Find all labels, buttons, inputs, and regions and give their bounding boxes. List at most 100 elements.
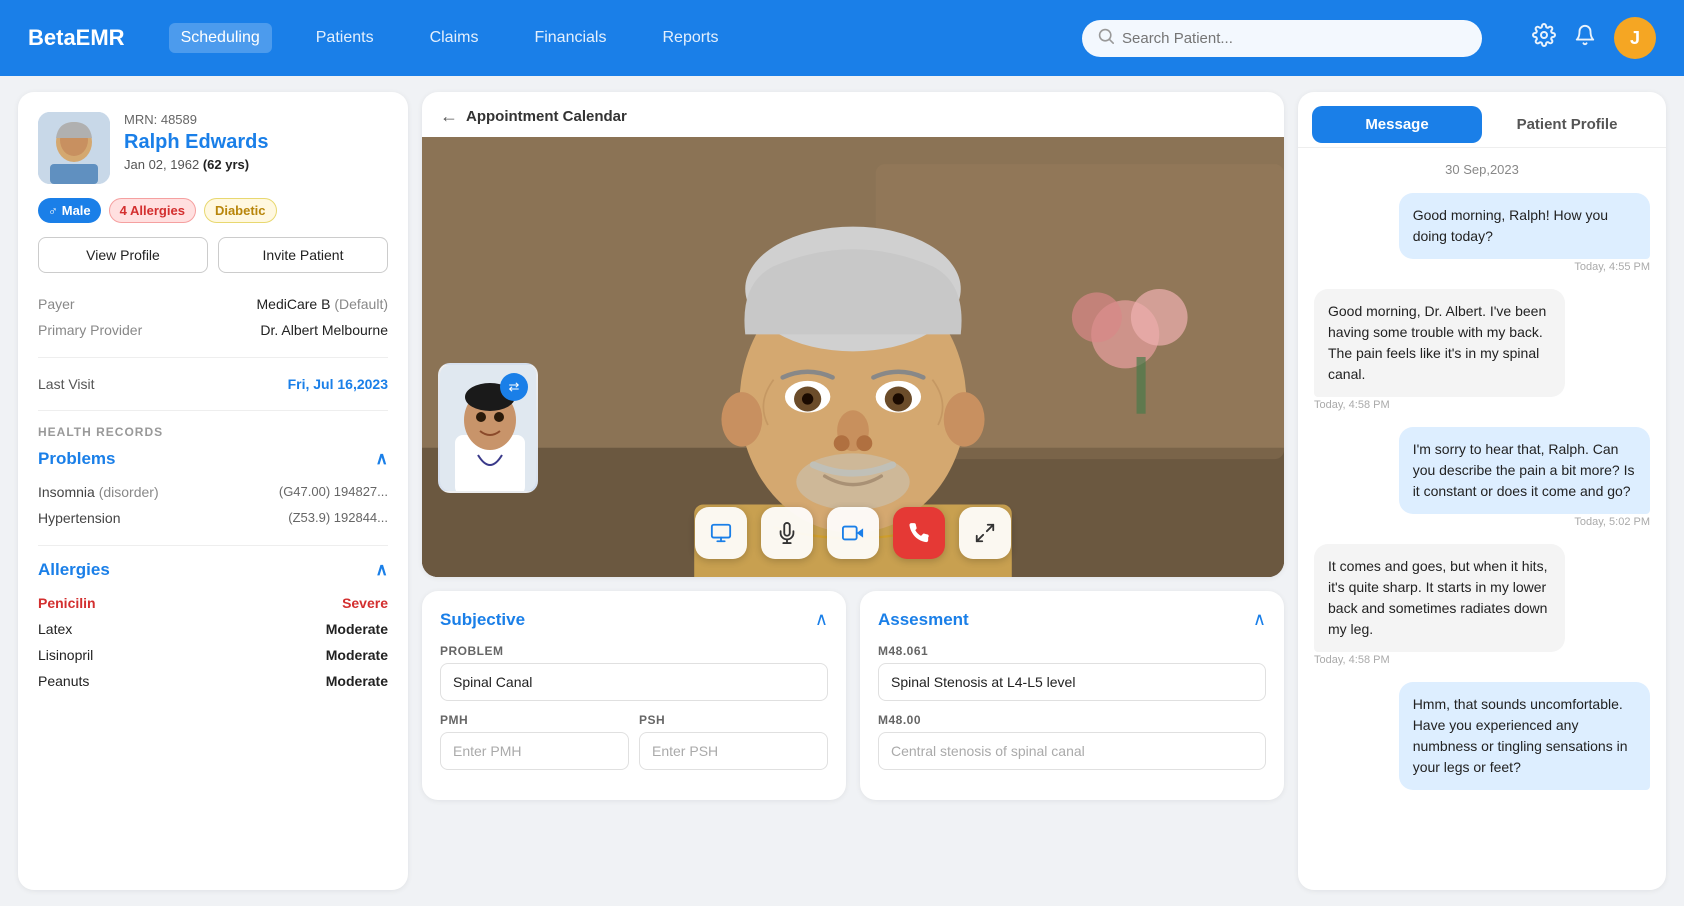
nav-scheduling[interactable]: Scheduling xyxy=(169,23,272,53)
assessment-code2-field: M48.00 xyxy=(878,713,1266,782)
video-card: ← Appointment Calendar xyxy=(422,92,1284,577)
patient-header: MRN: 48589 Ralph Edwards Jan 02, 1962 (6… xyxy=(38,112,388,184)
patient-avatar-image xyxy=(38,112,110,184)
message-2: Good morning, Dr. Albert. I've been havi… xyxy=(1314,289,1565,397)
message-3-time: Today, 5:02 PM xyxy=(1574,514,1650,534)
message-1: Good morning, Ralph! How you doing today… xyxy=(1399,193,1650,259)
problem-details-hypertension: (Z53.9) 192844... xyxy=(288,510,388,526)
message-tabs: Message Patient Profile xyxy=(1298,92,1666,148)
allergy-penicilin: Penicilin Severe xyxy=(38,590,388,616)
search-icon xyxy=(1098,28,1114,49)
message-2-time: Today, 4:58 PM xyxy=(1314,397,1390,417)
back-bar[interactable]: ← Appointment Calendar xyxy=(422,92,1284,137)
end-call-button[interactable] xyxy=(893,507,945,559)
subjective-card: Subjective ∧ Problem PMH PSH xyxy=(422,591,846,800)
screen-share-button[interactable] xyxy=(695,507,747,559)
pmh-input[interactable] xyxy=(440,732,629,770)
center-panel: ← Appointment Calendar xyxy=(422,92,1284,890)
video-container: ⇄ xyxy=(422,137,1284,577)
last-visit-value: Fri, Jul 16,2023 xyxy=(288,376,388,392)
mute-button[interactable] xyxy=(761,507,813,559)
video-toggle-button[interactable] xyxy=(827,507,879,559)
patient-mrn: MRN: 48589 xyxy=(124,112,388,127)
problem-label: Problem xyxy=(440,644,828,658)
allergies-collapsible[interactable]: Allergies ∧ xyxy=(38,560,388,580)
pmh-field: PMH xyxy=(440,713,629,782)
problems-collapsible[interactable]: Problems ∧ xyxy=(38,449,388,469)
provider-label: Primary Provider xyxy=(38,322,142,338)
subjective-title: Subjective xyxy=(440,610,525,630)
left-panel: MRN: 48589 Ralph Edwards Jan 02, 1962 (6… xyxy=(18,92,408,890)
code2-input[interactable] xyxy=(878,732,1266,770)
pip-video: ⇄ xyxy=(438,363,538,493)
assessment-card: Assesment ∧ M48.061 M48.00 xyxy=(860,591,1284,800)
settings-icon[interactable] xyxy=(1532,23,1556,53)
problem-insomnia: Insomnia (disorder) (G47.00) 194827... xyxy=(38,479,388,505)
soap-row: Subjective ∧ Problem PMH PSH xyxy=(422,591,1284,800)
allergies-title: Allergies xyxy=(38,560,110,580)
allergy-name-latex: Latex xyxy=(38,621,72,637)
badge-allergies: 4 Allergies xyxy=(109,198,196,223)
allergy-severity-peanuts: Moderate xyxy=(326,673,388,689)
app-logo: BetaEMR xyxy=(28,25,125,51)
last-visit-label: Last Visit xyxy=(38,376,95,392)
badge-gender: ♂ Male xyxy=(38,198,101,223)
provider-value: Dr. Albert Melbourne xyxy=(260,322,388,338)
divider-3 xyxy=(38,545,388,546)
gender-icon: ♂ xyxy=(48,203,58,218)
message-5-container: Hmm, that sounds uncomfortable. Have you… xyxy=(1354,682,1650,790)
allergy-severity-penicilin: Severe xyxy=(342,595,388,611)
fullscreen-button[interactable] xyxy=(959,507,1011,559)
nav-patients[interactable]: Patients xyxy=(304,23,386,53)
problems-list: Insomnia (disorder) (G47.00) 194827... H… xyxy=(38,479,388,531)
assessment-collapse-icon[interactable]: ∧ xyxy=(1253,609,1266,630)
pip-switch-button[interactable]: ⇄ xyxy=(500,373,528,401)
divider-1 xyxy=(38,357,388,358)
divider-2 xyxy=(38,410,388,411)
patient-dob: Jan 02, 1962 (62 yrs) xyxy=(124,157,388,172)
nav-financials[interactable]: Financials xyxy=(522,23,618,53)
badge-condition: Diabetic xyxy=(204,198,277,223)
problem-name-hypertension: Hypertension xyxy=(38,510,121,526)
allergy-latex: Latex Moderate xyxy=(38,616,388,642)
allergies-chevron-icon: ∧ xyxy=(376,560,388,580)
problems-title: Problems xyxy=(38,449,115,469)
code2-label: M48.00 xyxy=(878,713,1266,727)
subjective-collapse-icon[interactable]: ∧ xyxy=(815,609,828,630)
assessment-title: Assesment xyxy=(878,610,969,630)
assessment-header: Assesment ∧ xyxy=(878,609,1266,630)
psh-input[interactable] xyxy=(639,732,828,770)
bell-icon[interactable] xyxy=(1574,24,1596,52)
main-layout: MRN: 48589 Ralph Edwards Jan 02, 1962 (6… xyxy=(0,76,1684,906)
message-2-container: Good morning, Dr. Albert. I've been havi… xyxy=(1314,289,1610,417)
back-label: Appointment Calendar xyxy=(466,108,627,125)
search-bar xyxy=(1082,20,1482,57)
problem-field: Problem xyxy=(440,644,828,713)
psh-field: PSH xyxy=(639,713,828,782)
chat-messages: Good morning, Ralph! How you doing today… xyxy=(1298,185,1666,890)
tab-patient-profile[interactable]: Patient Profile xyxy=(1482,106,1652,147)
psh-label: PSH xyxy=(639,713,828,727)
message-1-time: Today, 4:55 PM xyxy=(1574,259,1650,279)
payer-row: Payer MediCare B (Default) xyxy=(38,291,388,317)
tab-message[interactable]: Message xyxy=(1312,106,1482,143)
search-input[interactable] xyxy=(1122,30,1466,47)
assessment-code1-field: M48.061 xyxy=(878,644,1266,713)
view-profile-button[interactable]: View Profile xyxy=(38,237,208,273)
navbar: BetaEMR Scheduling Patients Claims Finan… xyxy=(0,0,1684,76)
subjective-header: Subjective ∧ xyxy=(440,609,828,630)
code1-input[interactable] xyxy=(878,663,1266,701)
nav-claims[interactable]: Claims xyxy=(418,23,491,53)
allergy-name-penicilin: Penicilin xyxy=(38,595,96,611)
user-avatar[interactable]: J xyxy=(1614,17,1656,59)
nav-reports[interactable]: Reports xyxy=(650,23,730,53)
pmh-psh-row: PMH PSH xyxy=(440,713,828,782)
patient-info: MRN: 48589 Ralph Edwards Jan 02, 1962 (6… xyxy=(124,112,388,172)
video-controls xyxy=(695,507,1011,559)
allergy-lisinopril: Lisinopril Moderate xyxy=(38,642,388,668)
patient-badges: ♂ Male 4 Allergies Diabetic xyxy=(38,198,388,223)
problems-chevron-icon: ∧ xyxy=(376,449,388,469)
problem-input[interactable] xyxy=(440,663,828,701)
back-arrow-icon: ← xyxy=(440,106,458,127)
invite-patient-button[interactable]: Invite Patient xyxy=(218,237,388,273)
